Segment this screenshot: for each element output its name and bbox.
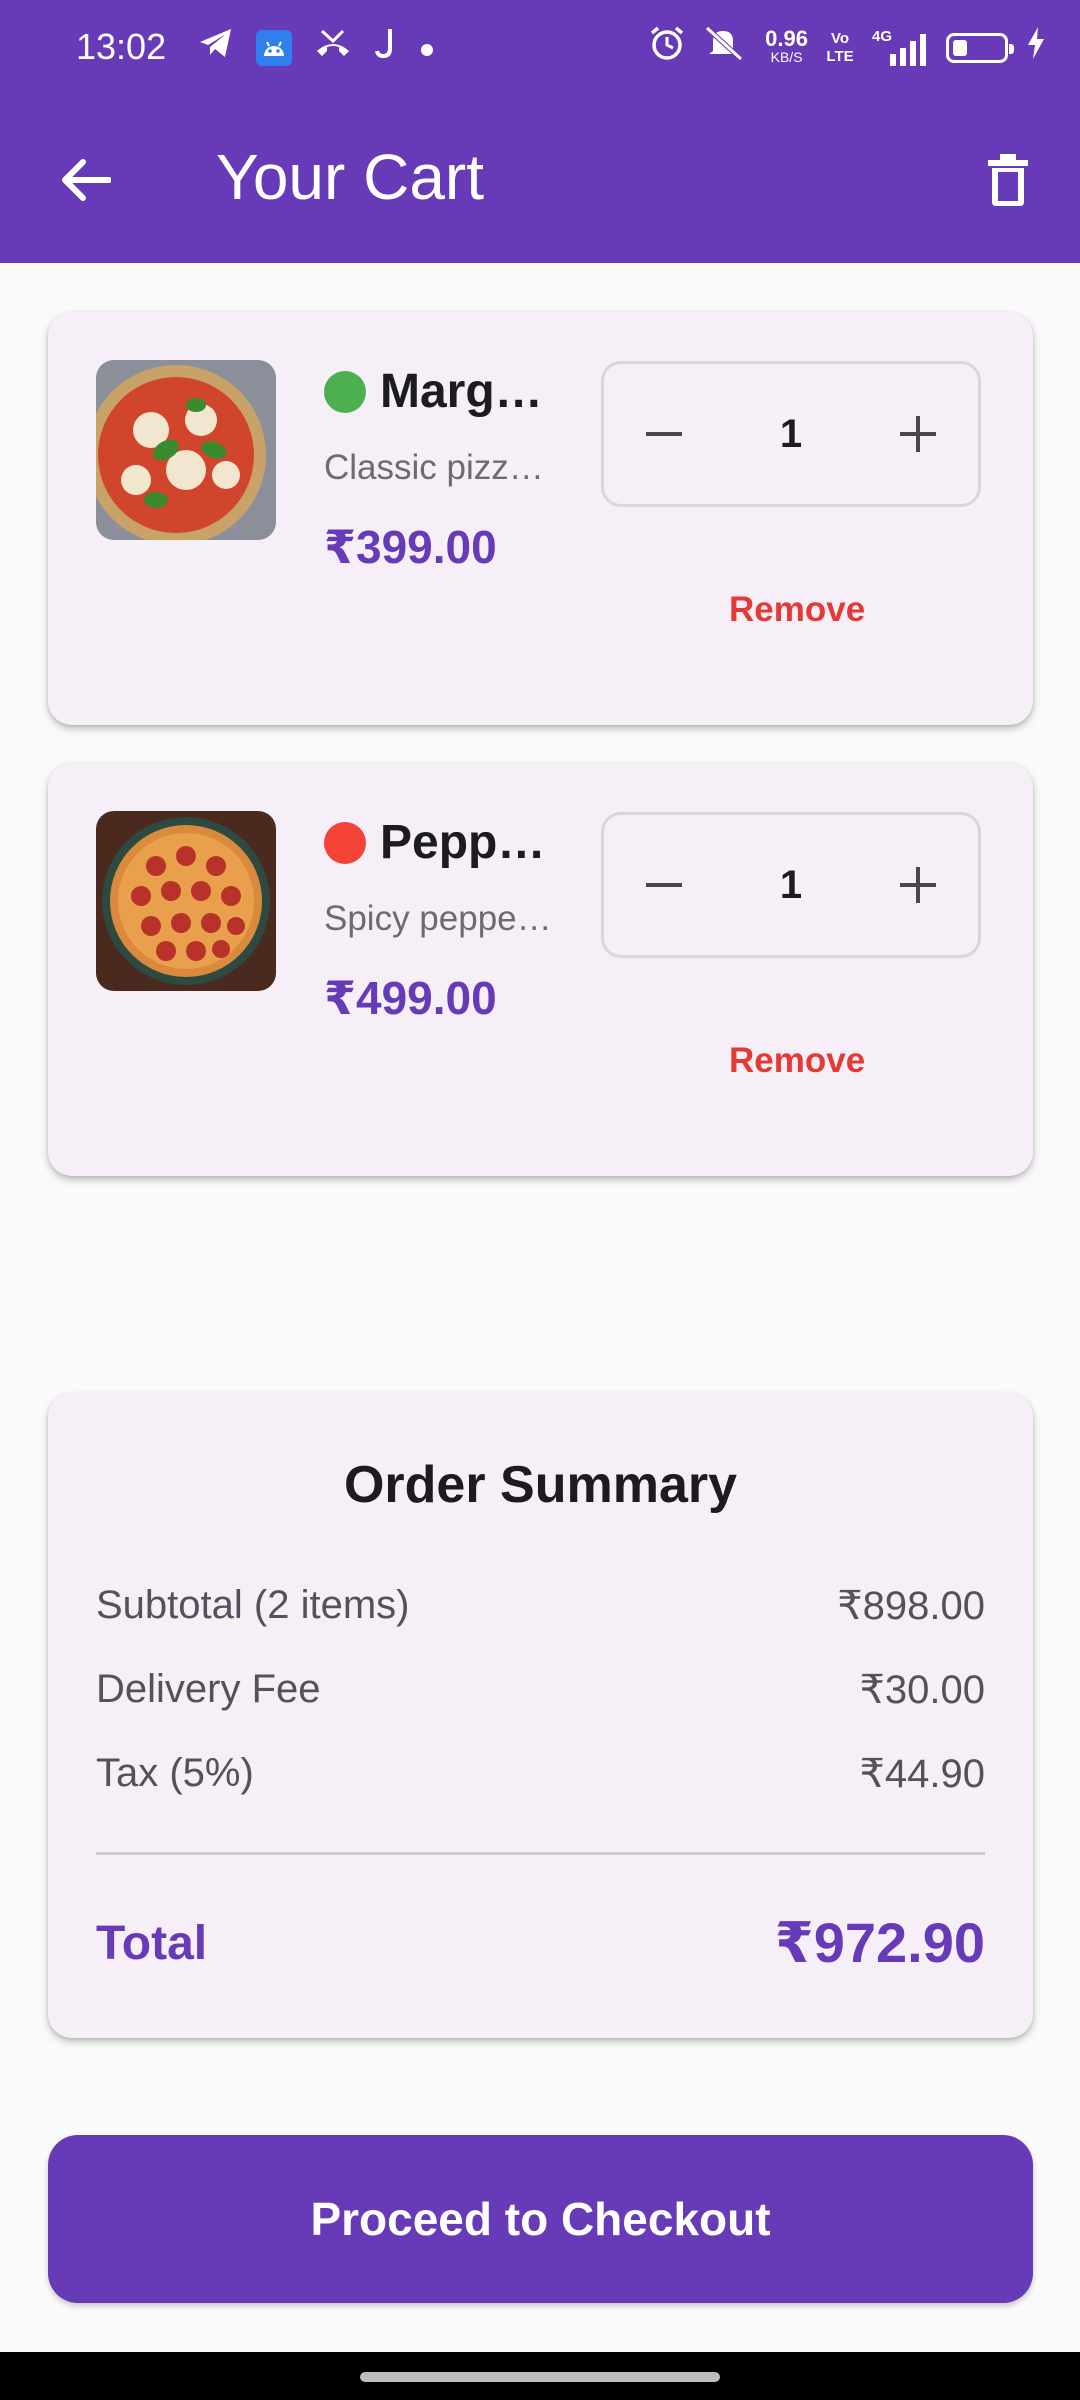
remove-item-button[interactable]: Remove [729,590,865,630]
trash-icon [988,154,1028,206]
alarm-icon [649,25,685,72]
plus-icon [900,416,936,452]
cart-item-card: Pepp… Spicy peppe… ₹499.00 1 Remove [48,763,1033,1176]
decrease-quantity-button[interactable] [604,815,724,955]
status-system-icons: 0.96 KB/S Vo LTE 4G [649,25,1046,72]
telegram-icon [198,27,234,70]
network-speed: 0.96 KB/S [765,26,808,66]
app-bar: 13:02 0.96 KB/S Vo LTE 4G Your Cart [0,0,1080,263]
margherita-pizza-image [96,360,276,540]
minus-icon [646,883,682,887]
status-notification-icons [198,28,434,68]
minus-icon [646,432,682,436]
item-name: Pepp… [324,815,554,870]
tax-row: Tax (5%) ₹44.90 [96,1751,985,1797]
item-description: Classic pizz… [324,448,544,487]
plus-icon [900,867,936,903]
total-label: Total [96,1916,208,1970]
pepperoni-pizza-image [96,811,276,991]
order-summary-card: Order Summary Subtotal (2 items) ₹898.00… [48,1393,1033,2038]
subtotal-label: Subtotal (2 items) [96,1583,410,1627]
green-dot-icon [324,370,366,413]
back-button[interactable] [50,148,120,212]
clear-cart-button[interactable] [972,144,1044,216]
page-title: Your Cart [216,141,484,213]
proceed-to-checkout-button[interactable]: Proceed to Checkout [48,2135,1033,2303]
quantity-stepper: 1 [601,361,981,507]
increase-quantity-button[interactable] [858,364,978,504]
dot-icon [420,28,434,68]
quantity-value: 1 [779,862,803,907]
j-app-icon [374,27,398,70]
missed-call-icon [314,27,352,70]
delivery-fee-value: ₹30.00 [859,1668,985,1712]
quantity-stepper: 1 [601,812,981,958]
android-icon [256,30,292,66]
volte-label: Vo LTE [826,30,854,65]
total-value: ₹972.90 [774,1911,985,1974]
tax-value: ₹44.90 [859,1752,985,1796]
total-row: Total ₹972.90 [96,1910,985,1976]
item-price: ₹499.00 [324,972,497,1024]
signal-icon: 4G [872,28,928,68]
delivery-fee-label: Delivery Fee [96,1667,321,1711]
charging-icon [1026,25,1046,72]
quantity-value: 1 [779,411,803,456]
status-bar: 13:02 0.96 KB/S Vo LTE 4G [0,0,1080,96]
item-price: ₹399.00 [324,521,497,573]
system-navigation-bar [0,2352,1080,2400]
tax-label: Tax (5%) [96,1751,254,1795]
cart-item-card: Marg… Classic pizz… ₹399.00 1 Remove [48,312,1033,725]
delivery-fee-row: Delivery Fee ₹30.00 [96,1667,985,1713]
red-dot-icon [324,821,366,864]
status-time: 13:02 [76,26,167,67]
item-description: Spicy peppe… [324,899,552,938]
arrow-left-icon [62,159,111,201]
summary-divider [96,1852,985,1855]
battery-icon [946,33,1014,63]
home-gesture-handle[interactable] [360,2372,720,2382]
decrease-quantity-button[interactable] [604,364,724,504]
subtotal-row: Subtotal (2 items) ₹898.00 [96,1583,985,1629]
subtotal-value: ₹898.00 [837,1584,985,1628]
silent-icon [703,25,747,72]
increase-quantity-button[interactable] [858,815,978,955]
order-summary-title: Order Summary [343,1456,738,1514]
remove-item-button[interactable]: Remove [729,1041,865,1081]
item-name: Marg… [324,364,554,419]
